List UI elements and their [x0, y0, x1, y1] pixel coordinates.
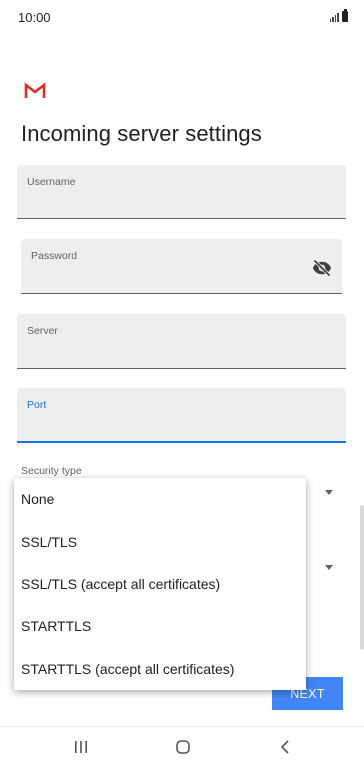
recent-apps-icon[interactable] [74, 739, 88, 755]
password-label: Password [31, 250, 78, 262]
visibility-off-icon[interactable] [312, 258, 332, 278]
home-icon[interactable] [175, 739, 191, 755]
status-icons [329, 9, 348, 22]
signal-icon [329, 12, 339, 22]
scrollbar[interactable] [360, 505, 364, 650]
menu-item-starttls-accept-all[interactable]: STARTTLS (accept all certificates) [14, 648, 306, 690]
server-label: Server [27, 325, 58, 337]
menu-item-starttls[interactable]: STARTTLS [14, 605, 306, 647]
security-type-label: Security type [21, 465, 82, 477]
port-label: Port [27, 399, 47, 411]
status-time: 10:00 [18, 10, 51, 25]
page-title: Incoming server settings [21, 121, 262, 146]
username-label: Username [27, 176, 76, 188]
navigation-bar [0, 726, 364, 769]
menu-item-ssl-tls-accept-all[interactable]: SSL/TLS (accept all certificates) [14, 563, 306, 605]
menu-item-none[interactable]: None [14, 478, 306, 520]
server-field[interactable]: Server [17, 314, 346, 369]
port-field[interactable]: Port [17, 388, 346, 443]
menu-item-ssl-tls[interactable]: SSL/TLS [14, 520, 306, 562]
battery-icon [342, 9, 348, 22]
back-icon[interactable] [279, 739, 291, 755]
username-field[interactable]: Username [17, 165, 346, 219]
security-type-dropdown-menu: None SSL/TLS SSL/TLS (accept all certifi… [14, 478, 306, 690]
password-field[interactable]: Password [21, 239, 342, 294]
status-bar: 10:00 [0, 0, 364, 36]
second-dropdown-arrow-icon[interactable] [325, 565, 333, 570]
gmail-m-icon [24, 82, 46, 98]
security-type-dropdown-arrow-icon[interactable] [325, 490, 333, 495]
